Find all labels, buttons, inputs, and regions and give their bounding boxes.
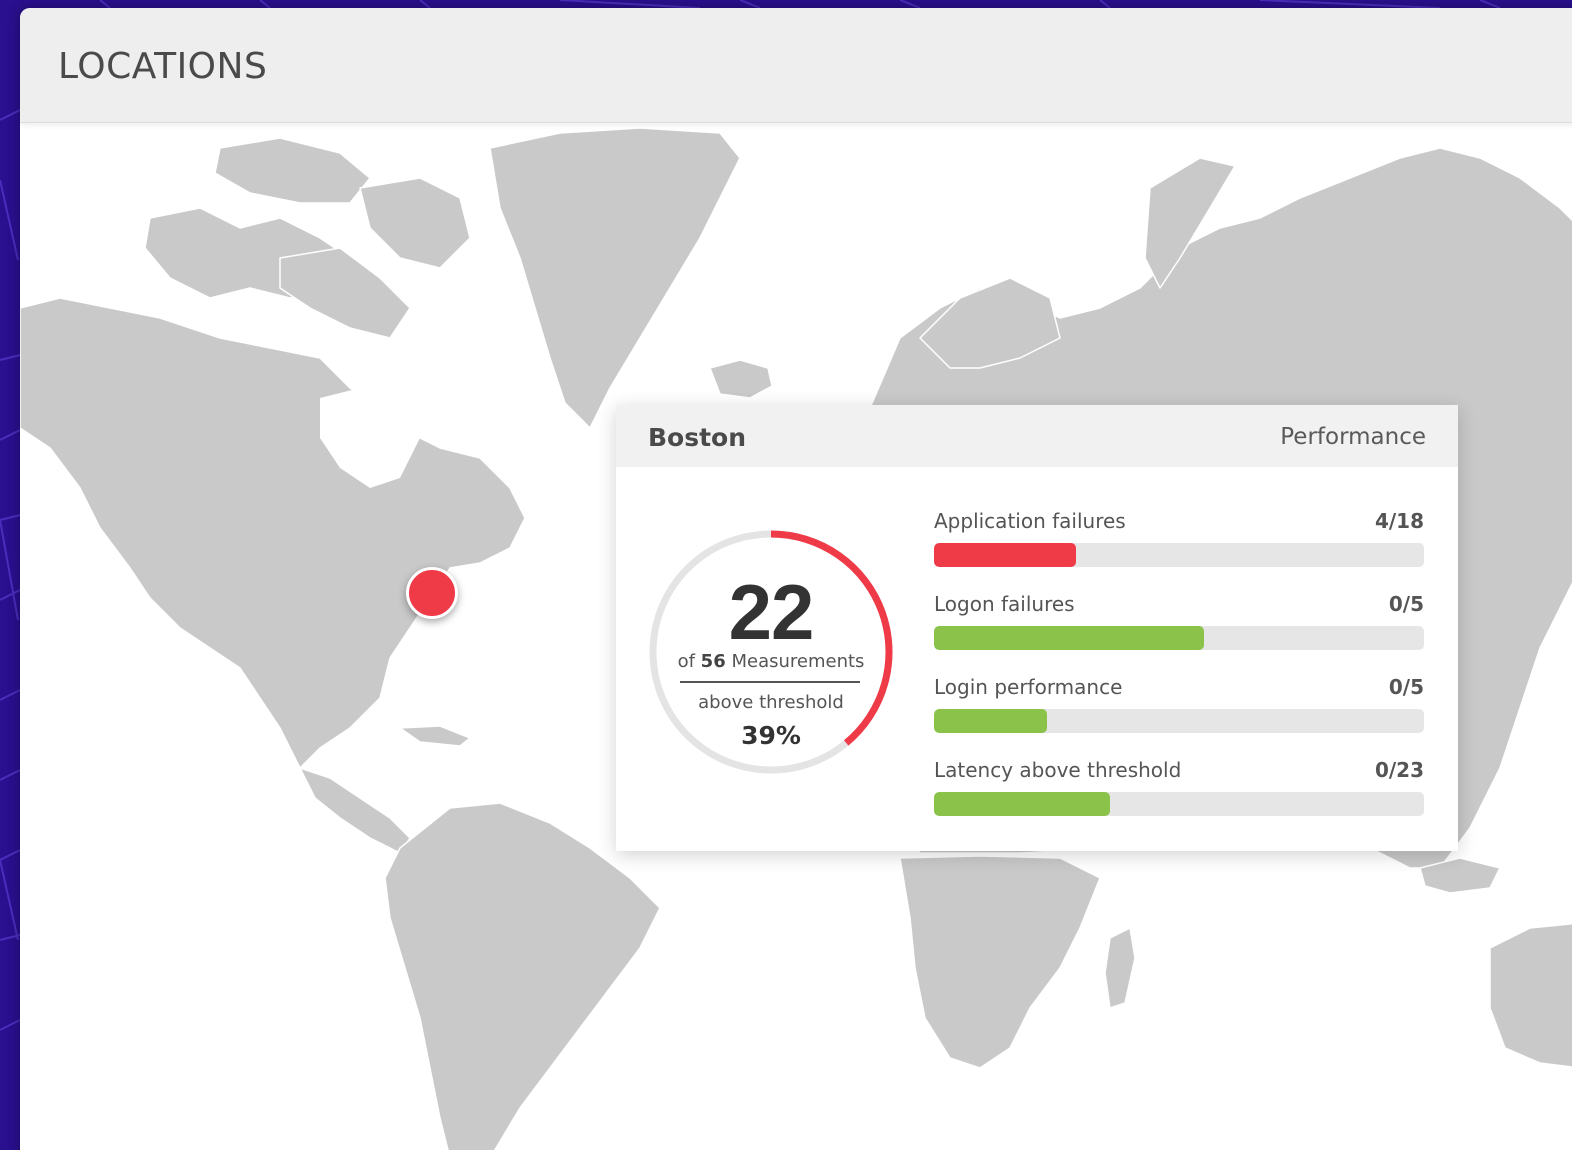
metric-label: Latency above threshold xyxy=(934,758,1182,782)
gauge-percent: 39% xyxy=(741,721,801,750)
metric-label: Login performance xyxy=(934,675,1123,699)
metric-bar-fill xyxy=(934,792,1111,816)
gauge-readout: 22 of 56 Measurements above threshold 39… xyxy=(646,527,896,777)
metrics-list: Application failures 4/18 Logon failures… xyxy=(934,509,1424,841)
metric-value: 0/5 xyxy=(1388,675,1424,699)
metric-label: Application failures xyxy=(934,509,1126,533)
metric-row: Application failures 4/18 xyxy=(934,509,1424,592)
metric-bar-track xyxy=(934,543,1424,567)
panel-title: LOCATIONS xyxy=(58,46,268,87)
locations-panel: LOCATIONS Boston Performance 22 of 56 Me… xyxy=(20,8,1572,1150)
gauge-of-prefix: of xyxy=(677,651,695,672)
gauge-count: 22 xyxy=(728,568,815,656)
metric-bar-fill xyxy=(934,543,1077,567)
gauge-above-label: above threshold xyxy=(698,692,844,713)
location-marker-boston[interactable] xyxy=(406,567,458,619)
card-city-title: Boston xyxy=(648,423,747,452)
metric-row: Login performance 0/5 xyxy=(934,675,1424,758)
north-america-landmass xyxy=(20,297,526,769)
location-popup-card: Boston Performance 22 of 56 Measurements… xyxy=(616,405,1458,851)
metric-bar-fill xyxy=(934,626,1204,650)
metric-value: 0/5 xyxy=(1388,592,1424,616)
australia-landmass xyxy=(1489,923,1572,1068)
gauge-of-suffix: Measurements xyxy=(731,651,865,672)
africa-landmass xyxy=(899,855,1101,1069)
panel-header: LOCATIONS xyxy=(20,8,1572,123)
gauge-measurements-line: of 56 Measurements xyxy=(646,651,896,672)
metric-bar-track xyxy=(934,709,1424,733)
metric-bar-fill xyxy=(934,709,1047,733)
metric-row: Logon failures 0/5 xyxy=(934,592,1424,675)
card-header: Boston Performance xyxy=(616,405,1458,467)
gauge-total: 56 xyxy=(700,651,726,672)
performance-tab[interactable]: Performance xyxy=(1280,424,1426,450)
metric-bar-track xyxy=(934,792,1424,816)
metric-row: Latency above threshold 0/23 xyxy=(934,758,1424,841)
metric-value: 4/18 xyxy=(1374,509,1424,533)
gauge-divider xyxy=(680,681,860,683)
metric-value: 0/23 xyxy=(1374,758,1424,782)
south-america-landmass xyxy=(384,802,661,1150)
metric-label: Logon failures xyxy=(934,592,1075,616)
metric-bar-track xyxy=(934,626,1424,650)
greenland-landmass xyxy=(489,127,741,429)
